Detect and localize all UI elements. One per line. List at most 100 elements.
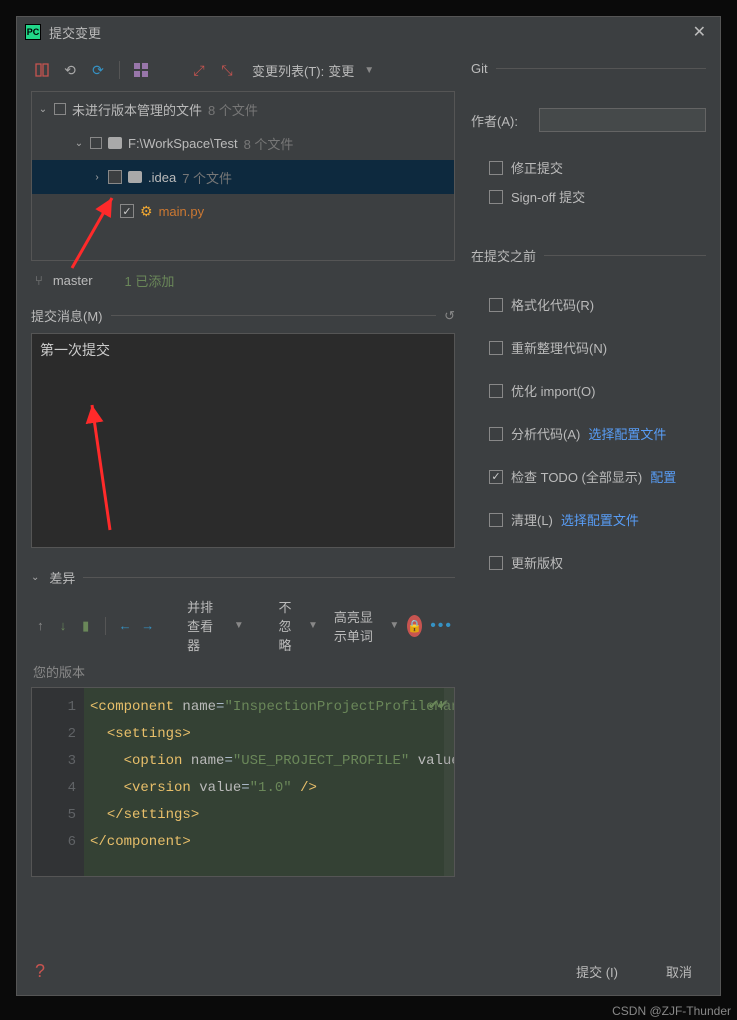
folder-icon (108, 137, 122, 149)
folder-icon (128, 171, 142, 183)
chevron-down-icon: ▼ (389, 620, 399, 631)
cleanup-row[interactable]: 清理(L) 选择配置文件 (471, 510, 706, 529)
tree-root-unversioned[interactable]: ⌄ 未进行版本管理的文件 8 个文件 (32, 92, 454, 126)
nav-back-icon[interactable]: ← (118, 615, 133, 637)
revert-icon[interactable] (31, 59, 53, 81)
changes-tree[interactable]: ⌄ 未进行版本管理的文件 8 个文件 ⌄ F:\WorkSpace\Test 8… (31, 91, 455, 261)
dialog-title: 提交变更 (49, 23, 687, 42)
format-code-row[interactable]: 格式化代码(R) (471, 295, 706, 314)
expander-icon[interactable]: ⌄ (74, 138, 84, 149)
analyze-row[interactable]: 分析代码(A) 选择配置文件 (471, 424, 706, 443)
update-copy-row[interactable]: 更新版权 (471, 553, 706, 572)
tree-folder-workspace[interactable]: ⌄ F:\WorkSpace\Test 8 个文件 (32, 126, 454, 160)
expander-icon[interactable]: ⌄ (38, 104, 48, 115)
tree-file-main[interactable]: ⚙ main.py (32, 194, 454, 228)
ignore-dropdown[interactable]: 不忽略 ▼ (279, 597, 318, 654)
tree-count: 8 个文件 (208, 100, 258, 119)
checkbox-checked[interactable] (120, 204, 134, 218)
changelist-dropdown[interactable]: 变更列表(T): 变更 ▼ (252, 61, 374, 80)
optimize-imports-row[interactable]: 优化 import(O) (471, 381, 706, 400)
code-area[interactable]: ✔✔ <component name="InspectionProjectPro… (84, 688, 454, 876)
analyze-config-link[interactable]: 选择配置文件 (588, 424, 666, 443)
commit-message-text: 第一次提交 (40, 342, 110, 358)
commit-message-label: 提交消息(M) (31, 306, 103, 325)
checkbox[interactable] (489, 384, 503, 398)
checkbox[interactable] (489, 427, 503, 441)
signoff-row[interactable]: Sign-off 提交 (471, 187, 706, 206)
diff-label: 差异 (49, 568, 75, 587)
commit-message-section: 提交消息(M) ↺ (31, 306, 455, 325)
checkbox[interactable] (489, 161, 503, 175)
group-icon[interactable] (130, 59, 152, 81)
branch-name: master (53, 273, 93, 288)
checkbox[interactable] (108, 170, 122, 184)
checkbox[interactable] (489, 556, 503, 570)
expander-icon[interactable]: ⌄ (31, 572, 39, 583)
highlight-dropdown[interactable]: 高亮显示单词 ▼ (334, 607, 399, 645)
chevron-down-icon: ▼ (234, 620, 244, 631)
help-icon[interactable]: ? (35, 961, 45, 982)
close-button[interactable]: ✕ (687, 22, 712, 42)
tree-label: 未进行版本管理的文件 (72, 100, 202, 119)
todo-row[interactable]: 检查 TODO (全部显示) 配置 (471, 467, 706, 486)
dialog-footer: ? 提交 (I) 取消 (17, 947, 720, 995)
commit-toolbar: ⟲ ⟳ ⤢ ⤡ 变更列表(T): 变更 ▼ (31, 55, 455, 91)
author-input[interactable] (539, 108, 706, 132)
next-diff-icon[interactable]: ↓ (56, 615, 71, 637)
branch-icon: ⑂ (35, 273, 43, 288)
tree-folder-idea[interactable]: › .idea 7 个文件 (32, 160, 454, 194)
rearrange-row[interactable]: 重新整理代码(N) (471, 338, 706, 357)
changelist-label: 变更列表(T): (252, 61, 324, 80)
separator (119, 61, 120, 79)
scrollbar[interactable] (444, 688, 454, 876)
checkbox-icon[interactable] (54, 103, 66, 115)
chevron-down-icon: ▼ (364, 65, 374, 76)
commit-button[interactable]: 提交 (I) (566, 958, 628, 985)
python-file-icon: ⚙ (140, 203, 153, 220)
checkbox[interactable] (489, 190, 503, 204)
history-icon[interactable]: ↺ (444, 308, 455, 324)
prev-diff-icon[interactable]: ↑ (33, 615, 48, 637)
checkbox-icon[interactable] (90, 137, 102, 149)
tree-label: F:\WorkSpace\Test (128, 136, 238, 151)
changelist-value: 变更 (328, 61, 354, 80)
watermark: CSDN @ZJF-Thunder (612, 1004, 731, 1018)
cancel-button[interactable]: 取消 (656, 958, 702, 985)
cleanup-config-link[interactable]: 选择配置文件 (561, 510, 639, 529)
collapse-icon[interactable]: ⤡ (216, 59, 238, 81)
amend-label: 修正提交 (511, 158, 563, 177)
diff-section-header[interactable]: ⌄ 差异 (31, 568, 455, 587)
checkbox[interactable] (489, 341, 503, 355)
more-icon[interactable]: ••• (430, 617, 453, 635)
tree-count: 8 个文件 (244, 134, 294, 153)
chevron-down-icon: ▼ (308, 620, 318, 631)
signoff-label: Sign-off 提交 (511, 187, 585, 206)
author-label: 作者(A): (471, 111, 531, 130)
nav-forward-icon[interactable]: → (140, 615, 155, 637)
tree-count: 7 个文件 (182, 168, 232, 187)
commit-message-input[interactable]: 第一次提交 (31, 333, 455, 548)
file-icon[interactable]: ▮ (78, 615, 93, 637)
todo-config-link[interactable]: 配置 (650, 467, 676, 486)
expand-icon[interactable]: ⤢ (188, 59, 210, 81)
lock-icon[interactable]: 🔒 (407, 615, 422, 637)
checkbox[interactable] (489, 513, 503, 527)
amend-row[interactable]: 修正提交 (471, 158, 706, 177)
git-section: Git (471, 61, 706, 76)
author-row: 作者(A): (471, 108, 706, 132)
checkbox[interactable] (489, 298, 503, 312)
title-bar: PC 提交变更 ✕ (17, 17, 720, 47)
pycharm-icon: PC (25, 24, 41, 40)
viewer-dropdown[interactable]: 并排查看器 ▼ (187, 597, 244, 654)
added-count: 1 已添加 (125, 271, 175, 290)
refresh-icon[interactable]: ⟲ (59, 59, 81, 81)
line-gutter: 123456 (32, 688, 84, 876)
branch-row: ⑂ master 1 已添加 (31, 261, 455, 300)
expander-icon[interactable]: › (92, 172, 102, 183)
diff-toolbar: ↑ ↓ ▮ ← → 并排查看器 ▼ 不忽略 ▼ (31, 587, 455, 660)
checkbox-checked[interactable] (489, 470, 503, 484)
update-icon[interactable]: ⟳ (87, 59, 109, 81)
before-commit-section: 在提交之前 (471, 246, 706, 265)
diff-editor[interactable]: 123456 ✔✔ <component name="InspectionPro… (31, 687, 455, 877)
tree-label: main.py (159, 204, 205, 219)
